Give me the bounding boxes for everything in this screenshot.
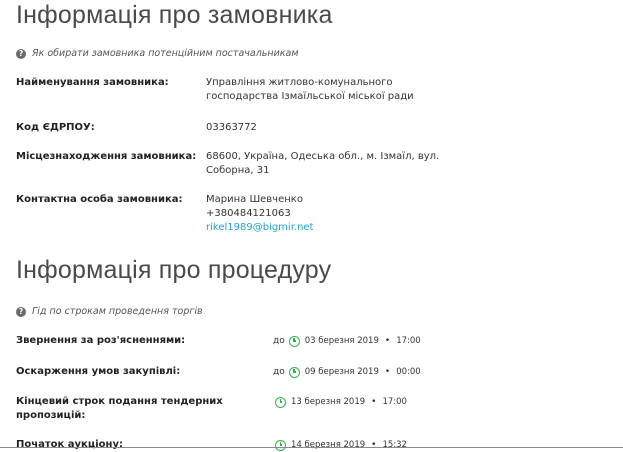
clock-icon	[275, 396, 286, 408]
deadline-date: 14 березня 2019	[291, 440, 366, 450]
label-line: пропозицій:	[16, 410, 86, 421]
appeal-deadline-label: Оскарження умов закупівлі:	[16, 366, 181, 377]
contact-person-label: Контактна особа замовника:	[16, 194, 183, 205]
bid-submission-deadline-value: 13 березня 2019 • 17:00	[275, 396, 407, 408]
customer-help-text[interactable]: Як обирати замовника потенційним постача…	[32, 48, 298, 59]
value-line: Соборна, 31	[206, 165, 270, 176]
procedure-section-title: Інформація про процедуру	[16, 256, 332, 284]
question-circle-icon: ?	[16, 306, 26, 317]
clock-icon	[288, 366, 300, 378]
procedure-help-link[interactable]: ? Гід по строкам проведення торгів	[16, 306, 203, 317]
deadline-time: 00:00	[396, 367, 421, 377]
contact-email-link[interactable]: rikel1989@bigmir.net	[206, 222, 313, 233]
value-line: 68600, Україна, Одеська обл., м. Ізмаїл,…	[206, 151, 440, 162]
procedure-help-text[interactable]: Гід по строкам проведення торгів	[32, 306, 203, 317]
deadline-prefix: до	[273, 367, 285, 377]
contact-name: Марина Шевченко	[206, 194, 303, 205]
customer-name-label: Найменування замовника:	[16, 77, 169, 88]
deadline-date: 09 березня 2019	[304, 367, 379, 377]
contact-person-value: Марина Шевченко +380484121063 rikel1989@…	[206, 193, 313, 235]
deadline-date: 03 березня 2019	[304, 336, 379, 346]
auction-start-value: 14 березня 2019 • 15:32	[275, 439, 407, 451]
customer-help-link[interactable]: ? Як обирати замовника потенційним поста…	[16, 48, 298, 59]
contact-phone: +380484121063	[206, 208, 291, 219]
deadline-date: 13 березня 2019	[291, 397, 366, 407]
deadline-time: 15:32	[382, 440, 407, 450]
deadline-prefix: до	[273, 336, 285, 346]
clock-icon	[275, 439, 286, 451]
bid-submission-deadline-label: Кінцевий строк подання тендерних пропози…	[16, 395, 223, 423]
clock-icon	[288, 335, 300, 347]
edrpou-label: Код ЄДРПОУ:	[16, 122, 95, 133]
value-line: Управління житлово-комунального	[206, 77, 393, 88]
deadline-time: 17:00	[396, 336, 421, 346]
customer-location-value: 68600, Україна, Одеська обл., м. Ізмаїл,…	[206, 150, 439, 178]
customer-section-title: Інформація про замовника	[16, 1, 333, 29]
separator-dot: •	[384, 367, 391, 377]
customer-name-value: Управління житлово-комунального господар…	[206, 76, 414, 104]
clarification-deadline-label: Звернення за роз'ясненнями:	[16, 335, 186, 346]
clarification-deadline-value: до 03 березня 2019 • 17:00	[273, 335, 421, 347]
separator-dot: •	[371, 440, 377, 450]
appeal-deadline-value: до 09 березня 2019 • 00:00	[273, 366, 421, 378]
customer-location-label: Місцезнаходження замовника:	[16, 151, 197, 162]
separator-dot: •	[371, 397, 377, 407]
edrpou-value: 03363772	[206, 121, 257, 135]
question-circle-icon: ?	[16, 48, 26, 59]
separator-dot: •	[384, 336, 391, 346]
value-line: господарства Ізмаїльської міської ради	[206, 91, 414, 102]
value-line: 03363772	[206, 122, 257, 133]
bottom-divider	[0, 447, 623, 448]
label-line: Кінцевий строк подання тендерних	[16, 396, 223, 407]
deadline-time: 17:00	[382, 397, 407, 407]
